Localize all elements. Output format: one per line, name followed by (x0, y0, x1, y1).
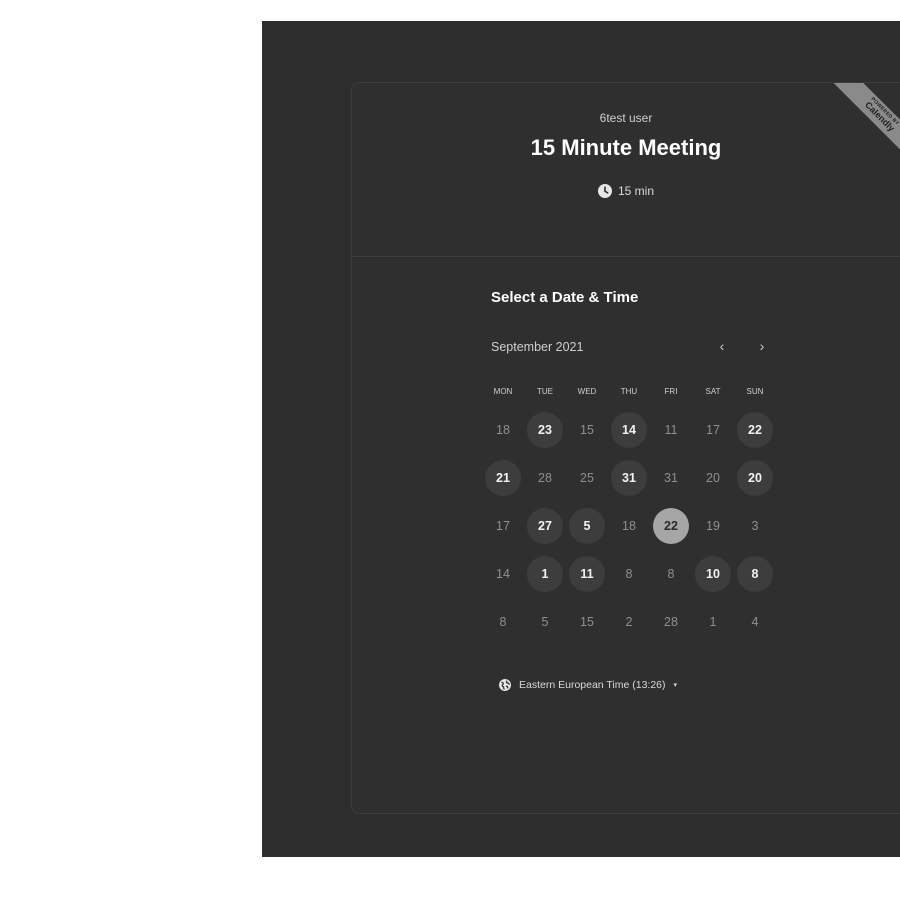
calendar-day: 15 (580, 423, 594, 437)
calendar-day-cell: 11 (566, 550, 608, 598)
calendar-day-cell: 5 (566, 502, 608, 550)
calendar-day-cell: 21 (482, 454, 524, 502)
section-title: Select a Date & Time (491, 289, 639, 306)
calendar-day-cell: 4 (734, 598, 776, 646)
calendar-day-cell: 17 (482, 502, 524, 550)
weekday-label: TUE (537, 387, 553, 396)
calendar-day-cell: 31 (650, 454, 692, 502)
page-backdrop: 6test user 15 Minute Meeting 15 min POWE… (262, 21, 900, 857)
calendar-day-cell: 8 (650, 550, 692, 598)
ribbon-brand-text: Calendly (863, 99, 897, 134)
calendar-day-cell: 3 (734, 502, 776, 550)
calendar-day-cell: 28 (650, 598, 692, 646)
calendar-day-cell: 18 (482, 406, 524, 454)
calendar-day[interactable]: 8 (737, 556, 773, 592)
chevron-right-icon[interactable]: › (750, 334, 774, 358)
calendar-day-cell: 14 (482, 550, 524, 598)
weekday-header: MON TUE WED THU FRI SAT SUN (482, 387, 776, 396)
duration-label: 15 min (617, 184, 655, 198)
calendar-day-cell: 11 (650, 406, 692, 454)
calendar-day: 19 (706, 519, 720, 533)
calendar-day: 11 (664, 423, 678, 437)
calendar-day-cell: 1 (692, 598, 734, 646)
timezone-label: Eastern European Time (13:26) (519, 679, 666, 691)
calendly-badge[interactable]: POWERED BY Calendly (820, 83, 900, 176)
calendar-day-cell: 15 (566, 598, 608, 646)
calendar-day-cell: 8 (482, 598, 524, 646)
calendar-day: 8 (499, 615, 507, 629)
calendar-day: 8 (625, 567, 633, 581)
calendar-day: 17 (496, 519, 510, 533)
calendar-day-cell: 5 (524, 598, 566, 646)
calendar-day-cell: 8 (734, 550, 776, 598)
calendar-day: 28 (538, 471, 552, 485)
calendar-day-cell: 28 (524, 454, 566, 502)
calendar-day-cell: 10 (692, 550, 734, 598)
calendar-day[interactable]: 10 (695, 556, 731, 592)
calendar-day[interactable]: 23 (527, 412, 563, 448)
weekday-label: WED (577, 387, 597, 396)
caret-down-icon: ▾ (673, 682, 678, 689)
globe-icon (499, 679, 511, 691)
calendar-day-cell: 22 (734, 406, 776, 454)
calendar-day: 8 (667, 567, 675, 581)
timezone-selector[interactable]: Eastern European Time (13:26) ▾ (499, 679, 677, 691)
weekday-label: FRI (664, 387, 678, 396)
calendar-day-cell: 25 (566, 454, 608, 502)
calendar-day[interactable]: 21 (485, 460, 521, 496)
weekday-label: MON (493, 387, 513, 396)
calendar-day-cell: 1 (524, 550, 566, 598)
calendar-day[interactable]: 20 (737, 460, 773, 496)
month-label: September 2021 (491, 340, 584, 354)
calendar-day-cell: 31 (608, 454, 650, 502)
calendar-day-selected[interactable]: 22 (653, 508, 689, 544)
calendar-day: 18 (496, 423, 510, 437)
chevron-left-icon[interactable]: ‹ (710, 334, 734, 358)
calendar-day[interactable]: 27 (527, 508, 563, 544)
calendar-day: 3 (751, 519, 759, 533)
booking-card: 6test user 15 Minute Meeting 15 min POWE… (351, 82, 900, 814)
clock-icon (597, 184, 612, 198)
calendar-day: 4 (751, 615, 759, 629)
calendar-day[interactable]: 22 (737, 412, 773, 448)
calendar-day: 15 (580, 615, 594, 629)
calendar-day: 5 (541, 615, 549, 629)
calendar-day-cell: 27 (524, 502, 566, 550)
calendar-day-cell: 20 (734, 454, 776, 502)
calendar-day[interactable]: 1 (527, 556, 563, 592)
calendar-day-cell: 14 (608, 406, 650, 454)
calendar-day-cell: 2 (608, 598, 650, 646)
calendar-day-cell: 18 (608, 502, 650, 550)
calendar-day-cell: 19 (692, 502, 734, 550)
calendar-day[interactable]: 14 (611, 412, 647, 448)
calendar-day: 14 (496, 567, 510, 581)
calendar-day[interactable]: 11 (569, 556, 605, 592)
calendar-day: 31 (664, 471, 678, 485)
calendar-day-cell: 17 (692, 406, 734, 454)
calendar-day-cell: 22 (650, 502, 692, 550)
calendar-day-cell: 15 (566, 406, 608, 454)
calendar-day: 18 (622, 519, 636, 533)
calendar-grid: 18 23 15 14 11 17 22 21 28 25 31 31 20 20 17 27 5 18 22 19 3… (482, 406, 776, 646)
calendar-day: 28 (664, 615, 678, 629)
calendar-day-cell: 8 (608, 550, 650, 598)
calendar-day[interactable]: 5 (569, 508, 605, 544)
weekday-label: THU (620, 387, 638, 396)
powered-by-ribbon[interactable]: POWERED BY Calendly (802, 83, 900, 195)
calendar-day-cell: 20 (692, 454, 734, 502)
calendar-day: 20 (706, 471, 720, 485)
calendar-day: 25 (580, 471, 594, 485)
calendar-day: 2 (625, 615, 633, 629)
calendar-day-cell: 23 (524, 406, 566, 454)
calendar-day[interactable]: 31 (611, 460, 647, 496)
weekday-label: SUN (746, 387, 764, 396)
calendar-day: 1 (709, 615, 717, 629)
weekday-label: SAT (705, 387, 721, 396)
calendar-day: 17 (706, 423, 720, 437)
